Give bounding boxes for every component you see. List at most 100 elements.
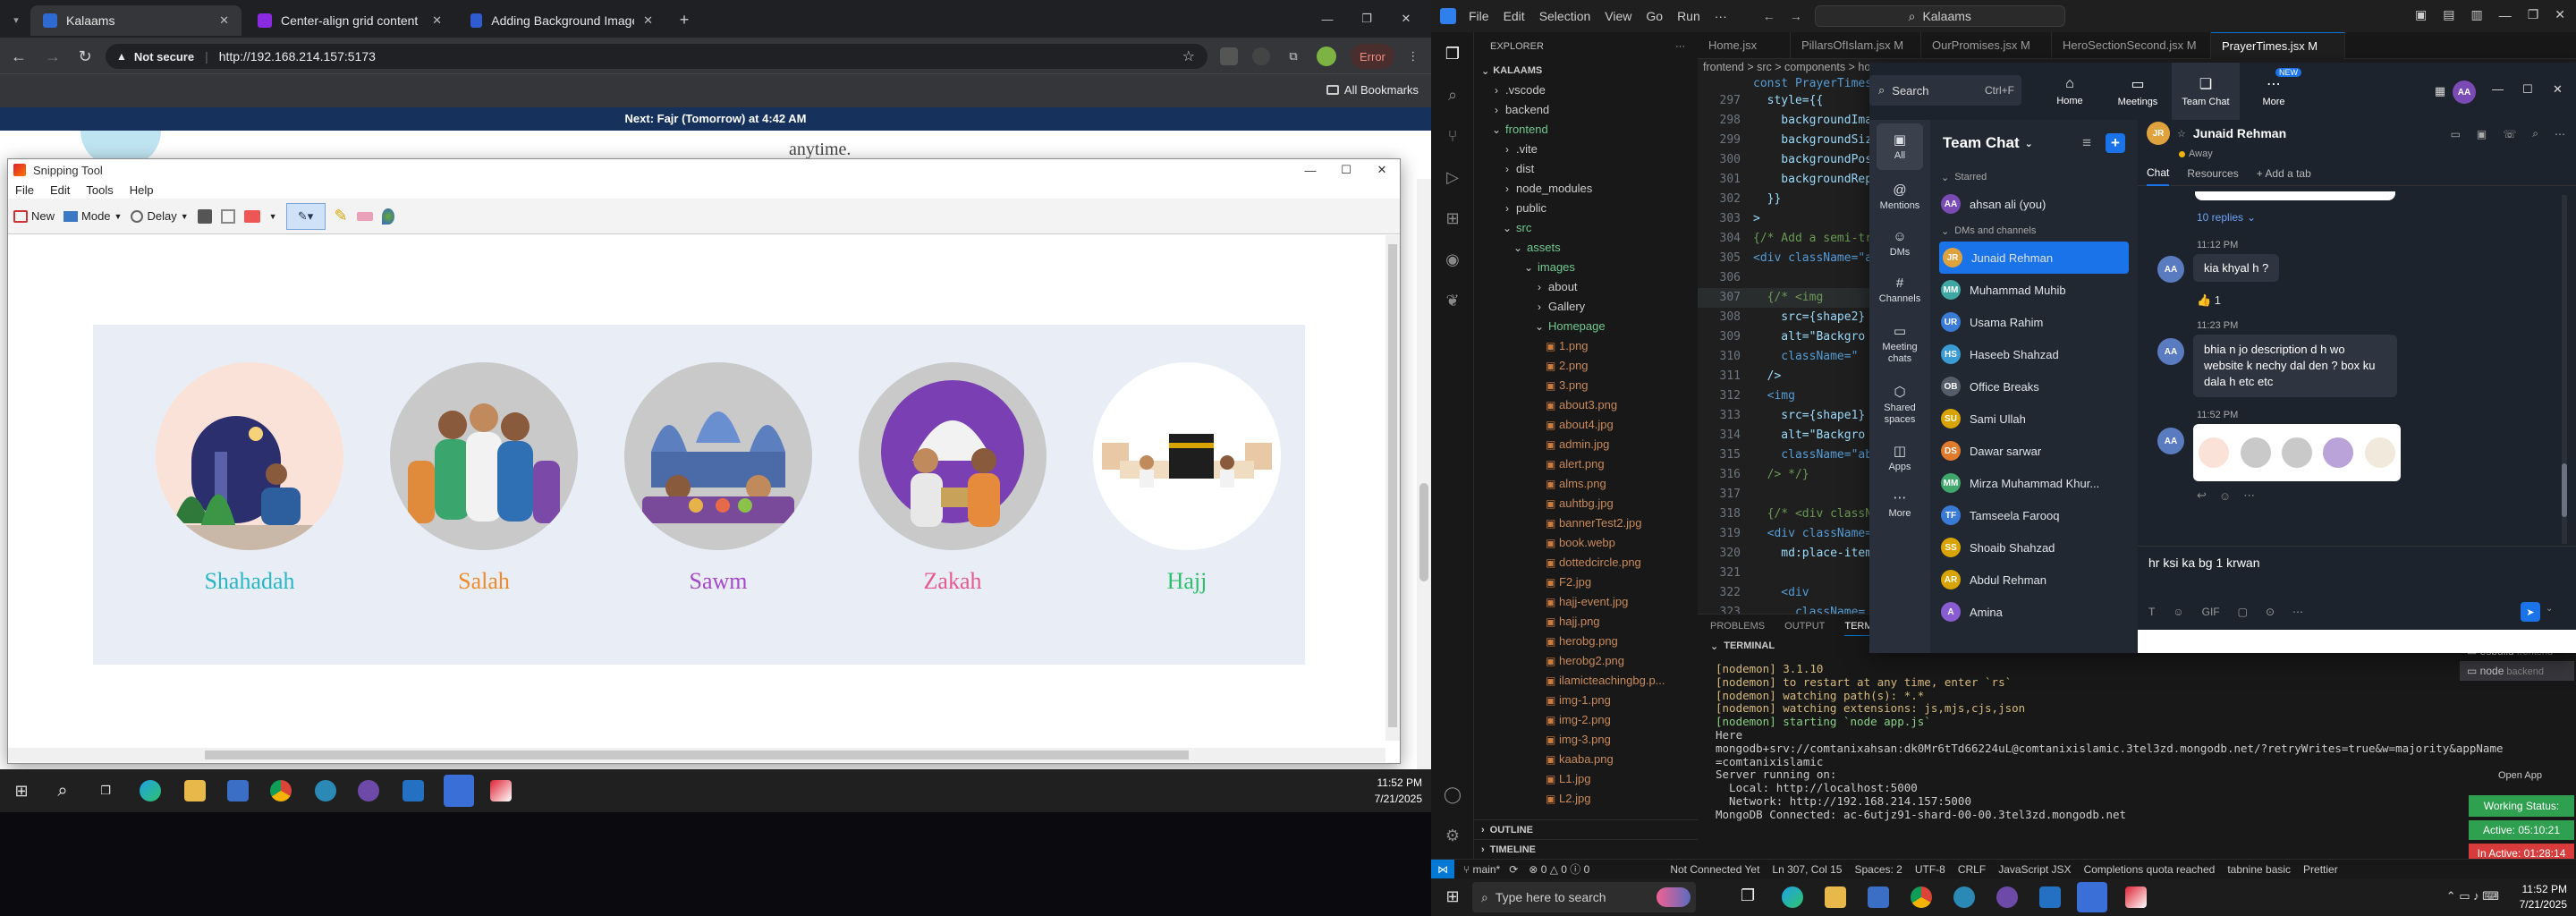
screen-share-icon[interactable]: ▣	[2477, 128, 2487, 140]
reply-icon[interactable]: ↩	[2197, 488, 2207, 503]
delay-button[interactable]: Delay ▼	[131, 209, 189, 223]
store-icon[interactable]	[1868, 886, 1889, 908]
reaction-badge[interactable]: 👍 1	[2197, 293, 2221, 308]
search-icon[interactable]: ⌕	[1442, 84, 1463, 106]
open-app-link[interactable]: Open App	[2498, 770, 2542, 781]
close-icon[interactable]: ✕	[219, 13, 229, 28]
close-icon[interactable]: ✕	[643, 13, 653, 28]
tree-item[interactable]: ▣ 1.png	[1474, 336, 1698, 356]
encoding[interactable]: UTF-8	[1915, 863, 1945, 876]
chat-tab-2[interactable]: + Add a tab	[2257, 167, 2311, 180]
tree-item[interactable]: ⌄ src	[1474, 218, 1698, 238]
tree-item[interactable]: › node_modules	[1474, 179, 1698, 199]
menu-help[interactable]: Help	[130, 183, 154, 197]
chevron-down-icon[interactable]: ⌄	[1710, 640, 1718, 652]
zoho-app-icon[interactable]	[2077, 882, 2107, 912]
restore-icon[interactable]: ❐	[1356, 9, 1377, 29]
app-icon[interactable]	[315, 780, 336, 802]
send-options-icon[interactable]: ⌄	[2546, 604, 2553, 614]
close-icon[interactable]: ✕	[432, 13, 442, 28]
workspace-name[interactable]: KALAAMS	[1493, 65, 1542, 76]
windows-start-icon[interactable]: ⊞	[13, 782, 30, 800]
menu-file[interactable]: File	[1469, 9, 1489, 23]
chevron-down-icon[interactable]: ⌄	[1481, 65, 1489, 77]
minimize-icon[interactable]: —	[1292, 164, 1328, 177]
contact-item[interactable]: MM Mirza Muhammad Khur...	[1930, 467, 2138, 499]
tree-item[interactable]: ▣ alms.png	[1474, 474, 1698, 494]
search-icon[interactable]: ⌕	[52, 780, 73, 802]
terminal-output[interactable]: [nodemon] 3.1.10 [nodemon] to restart at …	[1716, 662, 2504, 822]
address-bar[interactable]: ▲ Not secure | http://192.168.214.157:51…	[106, 44, 1208, 69]
more-icon[interactable]: ⋯	[2243, 488, 2255, 503]
nav-back-icon[interactable]: ←	[1763, 9, 1775, 23]
tab-kalaams[interactable]: Kalaams ✕	[30, 5, 242, 36]
tree-item[interactable]: ▣ F2.jpg	[1474, 572, 1698, 592]
new-chat-button[interactable]: +	[2106, 133, 2125, 153]
clock[interactable]: 11:52 PM 7/21/2025	[2520, 882, 2567, 912]
highlighter-icon[interactable]: ✎	[335, 207, 348, 225]
timeline-section[interactable]: › TIMELINE	[1474, 839, 1698, 859]
top-nav-more[interactable]: ⋯ More NEW	[2240, 63, 2308, 120]
github-icon[interactable]	[1996, 886, 2018, 908]
chevron-down-icon[interactable]: ⌄	[2025, 138, 2033, 149]
tree-item[interactable]: ▣ alert.png	[1474, 454, 1698, 474]
connection-status[interactable]: Not Connected Yet	[1670, 863, 1759, 876]
maximize-icon[interactable]: ☐	[1328, 163, 1364, 177]
app-icon[interactable]	[1953, 886, 1975, 908]
page-scrollbar[interactable]	[1417, 179, 1431, 769]
editor-tab[interactable]: HeroSectionSecond.jsx M	[2052, 32, 2211, 59]
cursor-position[interactable]: Ln 307, Col 15	[1772, 863, 1842, 876]
tree-item[interactable]: ▣ img-2.png	[1474, 710, 1698, 730]
mode-button[interactable]: Mode ▼	[64, 209, 122, 223]
panel-tab-problems[interactable]: PROBLEMS	[1710, 621, 1765, 632]
tree-item[interactable]: ▣ img-3.png	[1474, 730, 1698, 750]
tree-item[interactable]: ▣ book.webp	[1474, 533, 1698, 553]
top-nav-team-chat[interactable]: ❏ Team Chat	[2172, 63, 2240, 120]
call-icon[interactable]: ☏	[2503, 128, 2516, 140]
taskbar-search[interactable]: ⌕ Type here to search	[1472, 882, 1696, 912]
extension-icon[interactable]	[1220, 47, 1238, 65]
github-icon[interactable]: ◉	[1442, 249, 1463, 270]
tree-item[interactable]: ▣ img-1.png	[1474, 691, 1698, 710]
remote-icon[interactable]: ⋈	[1431, 859, 1454, 879]
file-explorer-icon[interactable]	[184, 780, 206, 802]
replies-link[interactable]: 10 replies ⌄	[2197, 211, 2256, 224]
tree-item[interactable]: ▣ L1.jpg	[1474, 769, 1698, 789]
tree-item[interactable]: › dist	[1474, 159, 1698, 179]
tree-item[interactable]: › public	[1474, 199, 1698, 218]
profile-avatar[interactable]	[1317, 47, 1336, 66]
tree-item[interactable]: ▣ ilamicteachingbg.p...	[1474, 671, 1698, 691]
side-nav-more[interactable]: ⋯ More	[1869, 481, 1930, 528]
menu-tools[interactable]: Tools	[86, 183, 113, 197]
vscode-icon[interactable]	[402, 780, 424, 802]
sidebar-toggle-icon[interactable]: ▥	[2470, 7, 2482, 22]
security-label[interactable]: Not secure	[134, 50, 194, 64]
tab-background-image[interactable]: Adding Background Image to F ✕	[458, 5, 665, 36]
mention-icon[interactable]: ⊙	[2266, 606, 2275, 618]
command-center[interactable]: ⌕ Kalaams	[1814, 5, 2065, 27]
attach-icon[interactable]: ▢	[2238, 606, 2248, 618]
menu-file[interactable]: File	[15, 183, 34, 197]
chrome-icon[interactable]	[270, 780, 292, 802]
contact-item[interactable]: JR Junaid Rehman	[1939, 242, 2129, 274]
github-icon[interactable]	[358, 780, 379, 802]
contact-item[interactable]: MM Muhammad Muhib	[1930, 274, 2138, 306]
tree-item[interactable]: ⌄ assets	[1474, 238, 1698, 258]
minimize-icon[interactable]: —	[2492, 82, 2504, 96]
menu-view[interactable]: View	[1605, 9, 1631, 23]
panel-tab-output[interactable]: OUTPUT	[1784, 621, 1825, 632]
back-icon[interactable]: ←	[9, 47, 29, 66]
mongodb-leaf-icon[interactable]: ❦	[1442, 290, 1463, 311]
minimize-icon[interactable]: —	[2499, 8, 2512, 22]
filter-icon[interactable]: ≡	[2082, 134, 2091, 152]
tree-item[interactable]: ▣ dottedcircle.png	[1474, 553, 1698, 572]
tree-item[interactable]: ▣ auhtbg.jpg	[1474, 494, 1698, 513]
breadcrumb[interactable]: frontend > src > components > hom	[1703, 61, 1880, 73]
pen-tool-button[interactable]: ✎▾	[285, 202, 326, 230]
top-nav-meetings[interactable]: ▭ Meetings	[2104, 63, 2172, 120]
contact-item[interactable]: OB Office Breaks	[1930, 370, 2138, 403]
tab-search-icon[interactable]: ▾	[7, 11, 25, 29]
menu-edit[interactable]: Edit	[1504, 9, 1525, 23]
contact-item[interactable]: HS Haseeb Shahzad	[1930, 338, 2138, 370]
editor-tab[interactable]: OurPromises.jsx M	[1921, 32, 2052, 59]
